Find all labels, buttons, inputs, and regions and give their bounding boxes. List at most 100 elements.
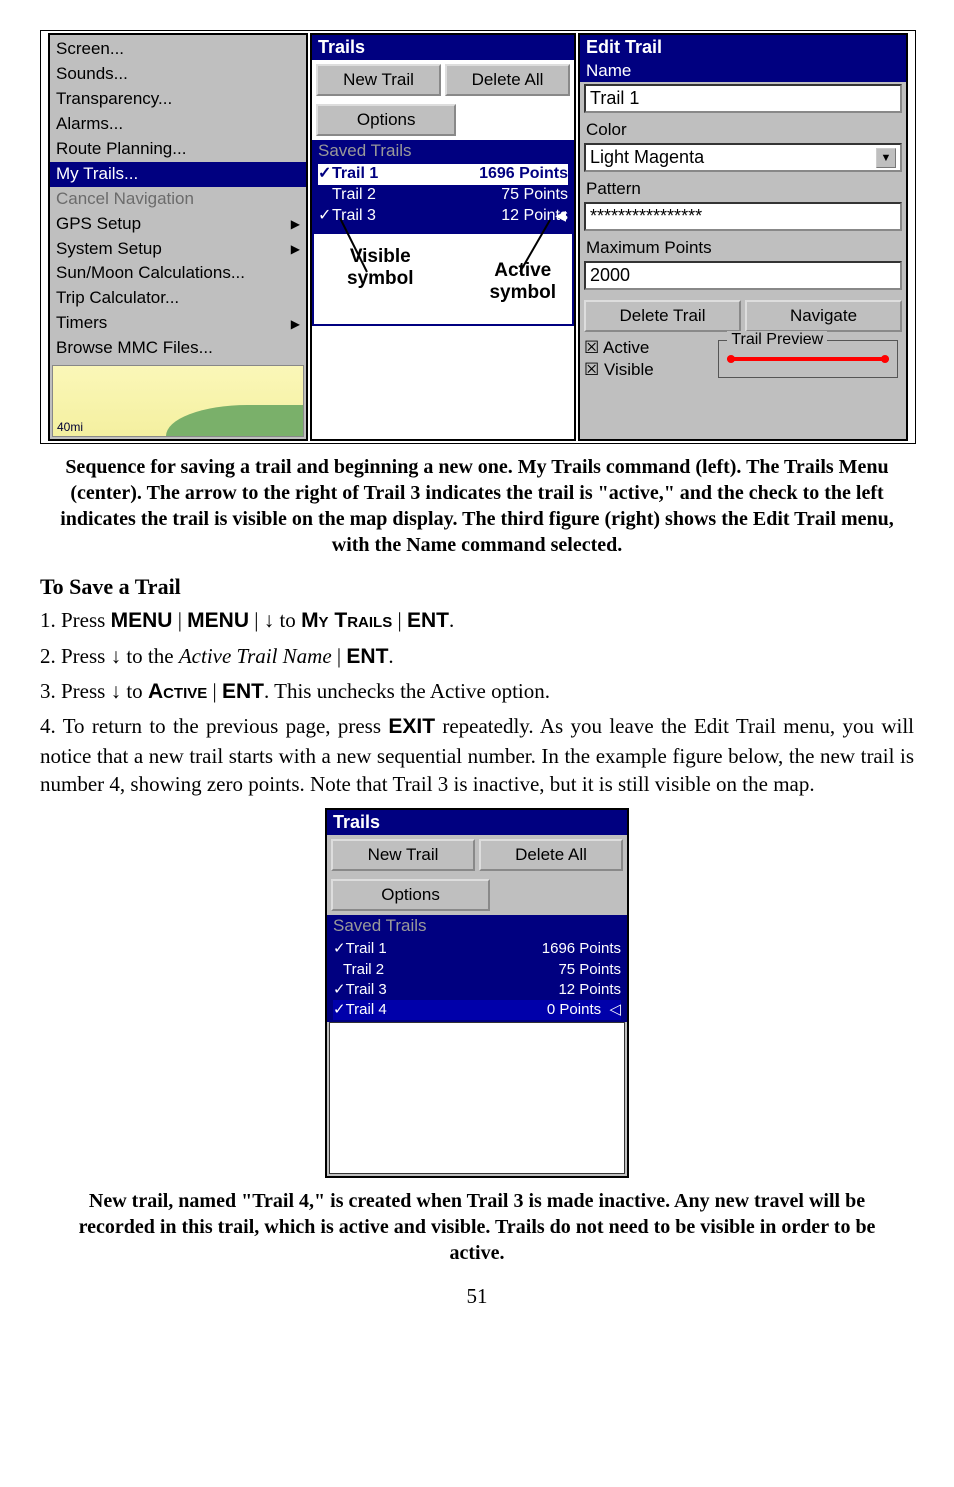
trail-points: 0 Points bbox=[547, 1001, 601, 1018]
blank-list-area bbox=[329, 1022, 625, 1174]
navigate-button[interactable]: Navigate bbox=[745, 300, 902, 332]
down-arrow-icon: ↓ bbox=[111, 645, 122, 668]
key-exit: EXIT bbox=[388, 715, 435, 738]
menu-label: Cancel Navigation bbox=[56, 188, 194, 211]
trail-row[interactable]: Trail 2 75 Points bbox=[318, 185, 568, 206]
trail-name: Trail 2 bbox=[343, 961, 384, 978]
menu-cancel-navigation: Cancel Navigation bbox=[50, 187, 306, 212]
text: . bbox=[449, 608, 454, 632]
trail-points: 1696 Points bbox=[479, 164, 568, 185]
menu-alarms[interactable]: Alarms... bbox=[50, 112, 306, 137]
menu-label: Timers bbox=[56, 312, 107, 335]
new-trail-button[interactable]: New Trail bbox=[331, 839, 475, 871]
menu-my-trails[interactable]: My Trails... bbox=[50, 162, 306, 187]
active-symbol-label: Active symbol bbox=[489, 260, 556, 304]
menu-system-setup[interactable]: System Setup▶ bbox=[50, 237, 306, 262]
key-ent: ENT bbox=[346, 645, 388, 668]
maxpoints-label: Maximum Points bbox=[580, 237, 906, 259]
chevron-right-icon: ▶ bbox=[291, 216, 300, 232]
figure2-caption: New trail, named "Trail 4," is created w… bbox=[54, 1188, 900, 1266]
key-menu: MENU bbox=[187, 609, 249, 632]
text: 4. To return to the previous page, press bbox=[40, 714, 388, 738]
menu-label: Sounds... bbox=[56, 63, 128, 86]
label-text: symbol bbox=[489, 282, 556, 303]
chevron-right-icon: ▶ bbox=[291, 241, 300, 257]
check-icon: ✓ bbox=[333, 1001, 346, 1018]
name-field[interactable]: Trail 1 bbox=[584, 84, 902, 113]
menu-route-planning[interactable]: Route Planning... bbox=[50, 137, 306, 162]
menu-transparency[interactable]: Transparency... bbox=[50, 87, 306, 112]
menu-trip-calc[interactable]: Trip Calculator... bbox=[50, 286, 306, 311]
down-arrow-icon: ↓ bbox=[264, 609, 275, 632]
trails-options-row: Options bbox=[327, 875, 627, 915]
chevron-down-icon[interactable]: ▼ bbox=[876, 148, 896, 168]
trail-points: 75 Points bbox=[501, 185, 568, 206]
trail-row[interactable]: ✓Trail 4 0 Points ◁ bbox=[333, 1000, 621, 1020]
menu-label: Screen... bbox=[56, 38, 124, 61]
key-ent: ENT bbox=[407, 609, 449, 632]
check-icon: ✓ bbox=[333, 940, 346, 957]
trail-preview-legend: Trail Preview bbox=[727, 331, 827, 349]
delete-all-button[interactable]: Delete All bbox=[479, 839, 623, 871]
text: | bbox=[172, 608, 187, 632]
pattern-field[interactable]: **************** bbox=[584, 202, 902, 231]
text: | bbox=[207, 679, 222, 703]
field-value: 2000 bbox=[590, 265, 630, 286]
menu-sunmoon[interactable]: Sun/Moon Calculations... bbox=[50, 261, 306, 286]
delete-all-button[interactable]: Delete All bbox=[445, 64, 570, 96]
maxpoints-field[interactable]: 2000 bbox=[584, 261, 902, 290]
options-button[interactable]: Options bbox=[331, 879, 490, 911]
menu-gps-setup[interactable]: GPS Setup ▶ bbox=[50, 212, 306, 237]
trails-title: Trails bbox=[312, 35, 574, 60]
check-icon: ✓ bbox=[333, 981, 346, 998]
menu-label: Alarms... bbox=[56, 113, 123, 136]
menu-label: GPS Setup bbox=[56, 213, 141, 236]
menu-sounds[interactable]: Sounds... bbox=[50, 62, 306, 87]
trail-row[interactable]: ✓Trail 1 1696 Points bbox=[333, 939, 621, 959]
edit-trail-buttons: Delete Trail Navigate bbox=[580, 296, 906, 336]
menu-label: Sun/Moon Calculations... bbox=[56, 262, 245, 285]
down-arrow-icon: ↓ bbox=[111, 680, 122, 703]
menu-label: Route Planning... bbox=[56, 138, 186, 161]
label-text: Visible bbox=[350, 246, 411, 267]
pattern-label: Pattern bbox=[580, 178, 906, 200]
text: 2. Press bbox=[40, 644, 111, 668]
edit-trail-title: Edit Trail bbox=[580, 35, 906, 60]
trail-list: ✓Trail 1 1696 Points Trail 2 75 Points ✓… bbox=[327, 937, 627, 1022]
field-value: Trail 1 bbox=[590, 88, 639, 109]
trail-row[interactable]: ✓Trail 1 1696 Points bbox=[318, 164, 568, 185]
trail-row[interactable]: Trail 2 75 Points bbox=[333, 960, 621, 980]
trail-name: Trail 3 bbox=[346, 981, 387, 998]
checkbox-label: Active bbox=[603, 338, 649, 357]
menu-browse-mmc[interactable]: Browse MMC Files... bbox=[50, 336, 306, 361]
trail-row[interactable]: ✓Trail 3 12 Points ◀ bbox=[318, 206, 568, 227]
delete-trail-button[interactable]: Delete Trail bbox=[584, 300, 741, 332]
text: to the bbox=[121, 644, 179, 668]
active-checkbox[interactable]: ☒ Active bbox=[584, 338, 708, 358]
text: | bbox=[332, 644, 347, 668]
menu-timers[interactable]: Timers▶ bbox=[50, 311, 306, 336]
text: 3. Press bbox=[40, 679, 111, 703]
key-ent: ENT bbox=[222, 680, 264, 703]
new-trail-button[interactable]: New Trail bbox=[316, 64, 441, 96]
panel-menu: Screen... Sounds... Transparency... Alar… bbox=[48, 33, 308, 441]
figure-trails-after: Trails New Trail Delete All Options Save… bbox=[325, 808, 629, 1178]
key-menu: MENU bbox=[111, 609, 173, 632]
trail-name: Trail 2 bbox=[332, 186, 376, 203]
trail-row[interactable]: ✓Trail 3 12 Points bbox=[333, 980, 621, 1000]
text: | bbox=[249, 608, 264, 632]
step-3: 3. Press ↓ to Active | ENT. This uncheck… bbox=[40, 677, 914, 706]
menu-label: My Trails... bbox=[56, 163, 138, 186]
trail-name: Trail 3 bbox=[332, 207, 376, 224]
text: to bbox=[274, 608, 301, 632]
panel-trails: Trails New Trail Delete All Options Save… bbox=[310, 33, 576, 441]
panel-edit-trail: Edit Trail Name Trail 1 Color Light Mage… bbox=[578, 33, 908, 441]
trails-button-row: New Trail Delete All bbox=[312, 60, 574, 100]
menu-screen[interactable]: Screen... bbox=[50, 37, 306, 62]
visible-checkbox[interactable]: ☒ Visible bbox=[584, 360, 708, 380]
trail-name: Trail 1 bbox=[346, 940, 387, 957]
color-field[interactable]: Light Magenta ▼ bbox=[584, 143, 902, 172]
options-button[interactable]: Options bbox=[316, 104, 456, 136]
menu-label: Transparency... bbox=[56, 88, 172, 111]
color-label: Color bbox=[580, 119, 906, 141]
